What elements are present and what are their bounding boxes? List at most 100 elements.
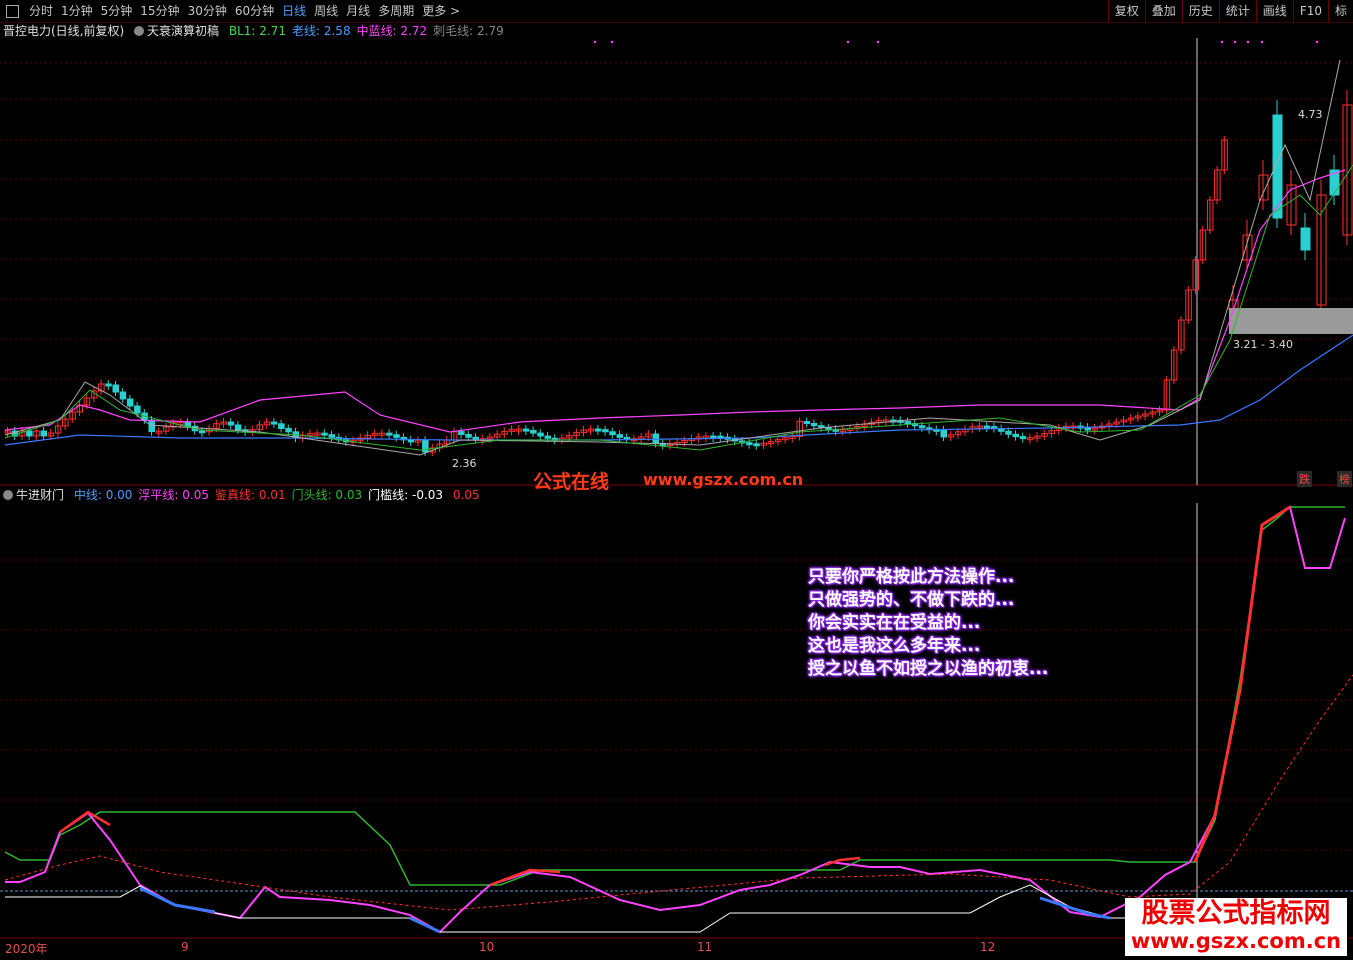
ma-gray-line (4, 59, 1341, 456)
candle-body (386, 432, 393, 436)
period-tab-7[interactable]: 周线 (310, 0, 342, 22)
rank-badge[interactable]: 榜 (1337, 471, 1352, 487)
indicator-name[interactable]: 天衰演算初稿 (147, 24, 219, 38)
candle-body (602, 429, 609, 433)
candle-body (530, 429, 537, 434)
indicator-dropdown-icon[interactable] (134, 26, 145, 36)
signal-dot (876, 40, 880, 44)
candle-body (1019, 436, 1027, 440)
candle-body (983, 425, 991, 429)
indicator-values: BL1: 2.71 老线: 2.58 中蓝线: 2.72 刺毛线: 2.79 (229, 24, 510, 38)
watermark-name: 公式在线 (533, 471, 610, 493)
period-tab-2[interactable]: 5分钟 (97, 0, 137, 22)
top-legend-item-3: 刺毛线: 2.79 (433, 24, 504, 38)
bottom-legend-item-4: 门槛线: -0.03 (368, 488, 444, 502)
candle-body (393, 434, 400, 438)
price-zone-label: 3.21 - 3.40 (1233, 338, 1293, 351)
candle-body (1005, 430, 1012, 435)
bottom-legend-item-1: 浮平线: 0.05 (138, 488, 209, 502)
candle-body (422, 439, 429, 453)
x-label-sep: 9 (181, 940, 189, 954)
candle-body (105, 383, 112, 387)
period-tab-0[interactable]: 分时 (25, 0, 57, 22)
candle-body (609, 431, 616, 436)
candle-body (1012, 433, 1019, 438)
top-legend-item-1: 老线: 2.58 (292, 24, 351, 38)
signal-dot (593, 40, 597, 44)
candle-body (234, 424, 242, 431)
candle-body (407, 439, 415, 443)
blue-seg2 (409, 916, 441, 934)
period-tab-9[interactable]: 多周期 (374, 0, 418, 22)
candle-body (198, 430, 206, 434)
candle-body (126, 398, 134, 407)
tool-tab-4[interactable]: 画线 (1255, 0, 1293, 22)
message-line-4: 授之以鱼不如授之以渔的初衷... (808, 659, 1049, 679)
candle-body (321, 432, 328, 436)
candle-body (40, 430, 47, 437)
tool-tab-3[interactable]: 统计 (1218, 0, 1256, 22)
candle-body (285, 427, 292, 433)
red-dash-line (4, 674, 1353, 911)
ma-green-line (4, 164, 1353, 451)
tool-tabs: 复权 叠加 历史 统计 画线 F10 标 (1107, 0, 1353, 22)
x-label-nov: 11 (697, 940, 713, 954)
tool-tab-1[interactable]: 叠加 (1144, 0, 1182, 22)
candle-body (458, 431, 465, 436)
stock-title[interactable]: 晋控电力(日线,前复权) (3, 24, 124, 38)
message-line-0: 只要你严格按此方法操作... (808, 567, 1015, 587)
brand-badge: 股票公式指标网 www.gszx.com.cn (1125, 898, 1347, 956)
tool-tab-5[interactable]: F10 (1292, 0, 1328, 22)
period-tab-10[interactable]: 更多 > (418, 0, 464, 22)
signal-dot (1220, 40, 1224, 44)
period-tab-1[interactable]: 1分钟 (57, 0, 97, 22)
signal-dot (610, 40, 614, 44)
signal-dot (846, 40, 850, 44)
big-candle-body (1300, 227, 1311, 251)
bottom-legend-item-5: 0.05 (449, 488, 480, 502)
blue-seg3 (1039, 896, 1111, 920)
watermark-url: www.gszx.com.cn (643, 470, 804, 489)
sub-indicator-dropdown-icon[interactable] (3, 490, 13, 500)
main-chart-legend: 晋控电力(日线,前复权) 天衰演算初稿 BL1: 2.71 老线: 2.58 中蓝线… (3, 23, 516, 39)
candle-body (940, 429, 947, 438)
candle-body (918, 425, 926, 429)
high-price-label: 4.73 (1298, 108, 1323, 121)
tool-tab-2[interactable]: 历史 (1181, 0, 1219, 22)
message-line-3: 这也是我这么多年来... (808, 636, 981, 656)
candle-body (119, 391, 127, 400)
x-label-dec: 12 (980, 940, 996, 954)
candle-body (522, 428, 530, 432)
candle-body (148, 419, 155, 433)
tool-tab-0[interactable]: 复权 (1107, 0, 1145, 22)
sub-indicator-name[interactable]: 牛进财门 (16, 488, 64, 502)
candle-body (753, 443, 760, 447)
tool-tab-6[interactable]: 标 (1327, 0, 1353, 22)
period-tab-5[interactable]: 60分钟 (231, 0, 278, 22)
candle-body (328, 434, 335, 438)
candle-body (134, 405, 141, 414)
candle-body (537, 432, 544, 437)
promo-message: 只要你严格按此方法操作... 只做强势的、不做下跌的... 你会实实在在受益的...… (808, 566, 1048, 681)
top-legend-item-2: 中蓝线: 2.72 (356, 24, 428, 38)
x-label-2020: 2020年 (5, 942, 48, 956)
period-tab-8[interactable]: 月线 (342, 0, 374, 22)
candle-body (26, 430, 33, 437)
sub-chart-legend: 牛进财门 中线: 0.00 浮平线: 0.05 鉴真线: 0.01 门头线: 0.03… (3, 487, 492, 503)
candle-body (803, 421, 811, 425)
signal-dot (1246, 40, 1250, 44)
candle-body (710, 435, 717, 439)
period-tab-6[interactable]: 日线 (278, 0, 310, 22)
menu-square-icon[interactable] (6, 4, 19, 18)
fall-badge[interactable]: 跌 (1297, 471, 1312, 487)
top-legend-item-0: BL1: 2.71 (228, 24, 286, 38)
bottom-legend-item-3: 门头线: 0.03 (291, 488, 363, 502)
candle-body (472, 436, 479, 440)
brand-title: 股票公式指标网 (1141, 898, 1331, 929)
period-tabs: 分时 1分钟 5分钟 15分钟 30分钟 60分钟 日线 周线 月线 多周期 更多 > (25, 0, 464, 22)
period-tab-3[interactable]: 15分钟 (136, 0, 183, 22)
candle-body (184, 421, 191, 427)
price-zone-box (1229, 308, 1353, 334)
period-tab-4[interactable]: 30分钟 (184, 0, 231, 22)
sub-indicator-values: 中线: 0.00 浮平线: 0.05 鉴真线: 0.01 门头线: 0.03 门槛线: … (74, 488, 486, 502)
